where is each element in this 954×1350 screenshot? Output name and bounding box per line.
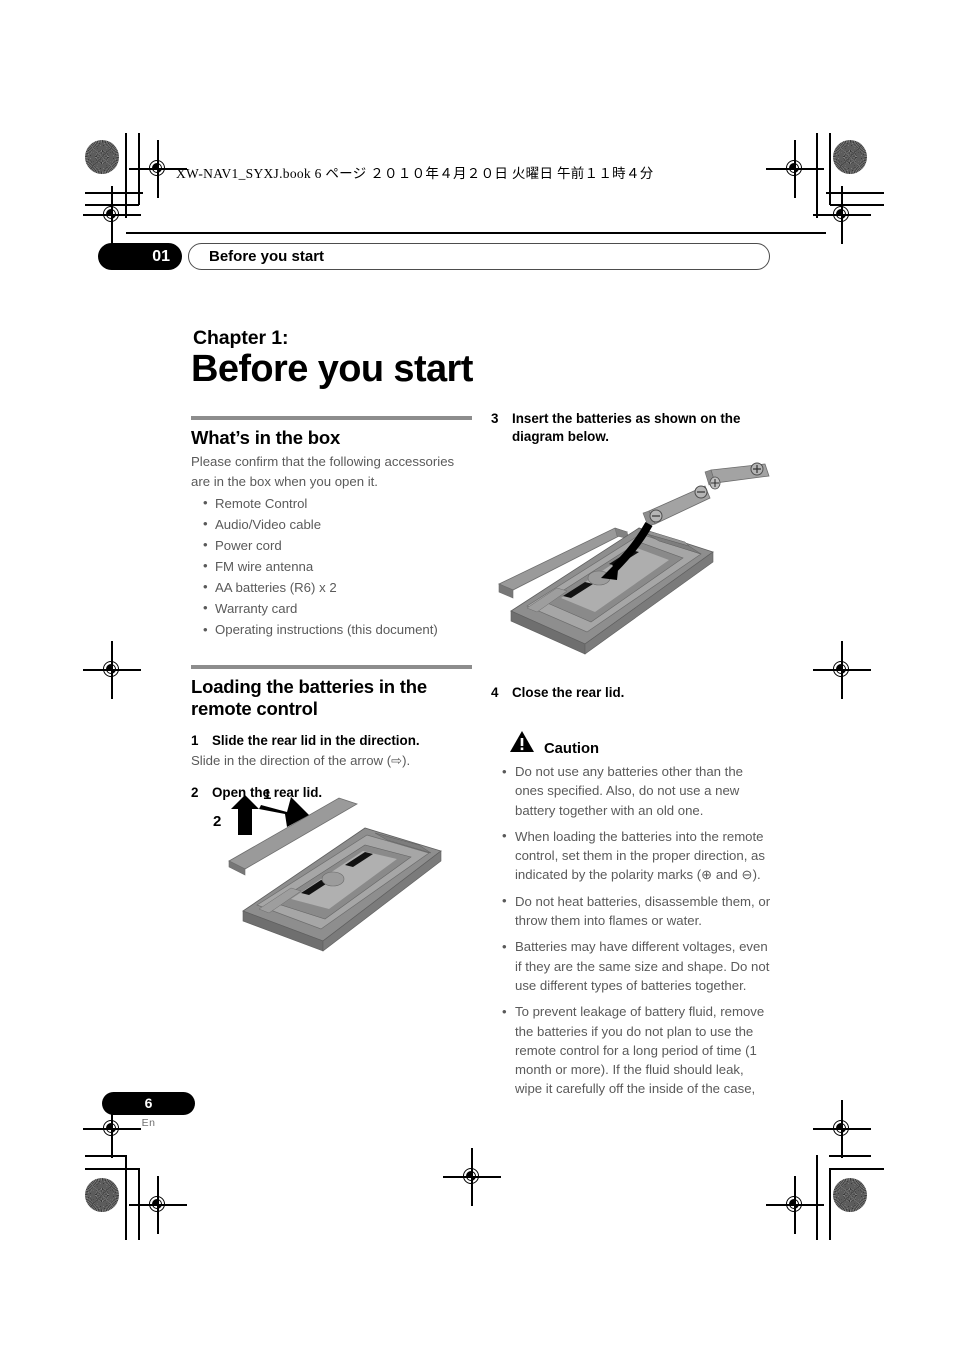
- page-title: Before you start: [191, 348, 473, 390]
- print-slug-line: XW-NAV1_SYXJ.book 6 ページ ２０１０年４月２０日 火曜日 午…: [176, 166, 654, 181]
- list-item: To prevent leakage of battery fluid, rem…: [491, 1002, 772, 1098]
- step-number: 3: [491, 411, 499, 426]
- crop-line: [85, 1155, 127, 1157]
- registration-mark-left-middle: [83, 641, 141, 699]
- crop-line: [816, 133, 818, 218]
- step-1: 1 Slide the rear lid in the direction. S…: [191, 732, 472, 771]
- step-number: 1: [191, 733, 199, 749]
- list-item: FM wire antenna: [191, 556, 472, 578]
- section-heading-loading-batteries: Loading the batteries in the remote cont…: [191, 676, 427, 719]
- list-item: Power cord: [191, 535, 472, 557]
- crop-line: [816, 1155, 818, 1240]
- caution-title: Caution: [544, 741, 600, 757]
- left-column: What’s in the box Please confirm that th…: [191, 416, 472, 802]
- chapter-name-label: Before you start: [209, 248, 325, 265]
- right-column-lower: 4 Close the rear lid. Caution Do not use…: [491, 684, 772, 1106]
- section-rule: [191, 416, 472, 420]
- halftone-target-top-right: [833, 140, 867, 174]
- list-item: Warranty card: [191, 598, 472, 620]
- halftone-target-top-left: [85, 140, 119, 174]
- registration-mark-right-middle: [813, 641, 871, 699]
- page-top-rule: [126, 232, 826, 234]
- caution-header: Caution: [509, 730, 772, 758]
- right-column: 3 Insert the batteries as shown on the d…: [491, 410, 772, 446]
- manual-page: XW-NAV1_SYXJ.book 6 ページ ２０１０年４月２０日 火曜日 午…: [0, 0, 954, 1350]
- language-code: En: [141, 1117, 156, 1129]
- registration-mark-top-left-inner: [129, 140, 187, 198]
- chapter-label: Chapter 1:: [193, 327, 289, 349]
- step-number: 4: [491, 685, 499, 700]
- crop-line: [85, 1168, 139, 1170]
- crop-line: [826, 192, 884, 194]
- list-item: Do not use any batteries other than the …: [491, 762, 772, 820]
- list-item: Audio/Video cable: [191, 514, 472, 536]
- registration-mark-bottom-center: [443, 1148, 501, 1206]
- illustration-remote-battery-insert: [489, 456, 781, 662]
- registration-mark-right-lower: [813, 1100, 871, 1158]
- halftone-target-bottom-left: [85, 1178, 119, 1212]
- crop-line: [829, 1168, 831, 1240]
- step-text: Insert the batteries as shown on the dia…: [512, 411, 741, 444]
- registration-mark-top-right-inner: [766, 140, 824, 198]
- illustration-remote-rear-lid-open: 2 1: [205, 783, 465, 963]
- section-rule: [191, 665, 472, 670]
- list-item: When loading the batteries into the remo…: [491, 826, 772, 885]
- step-text: Close the rear lid.: [512, 685, 625, 700]
- running-header: 01 Before you start: [98, 243, 770, 270]
- page-footer: 6 En: [102, 1092, 195, 1129]
- chapter-name-box: Before you start: [188, 243, 770, 270]
- caution-block: Caution Do not use any batteries other t…: [491, 730, 772, 1099]
- battery-lower: [642, 476, 721, 527]
- chapter-number-badge: 01: [98, 243, 182, 270]
- section-heading-whats-in-the-box: What’s in the box: [191, 427, 341, 448]
- crop-line: [830, 1168, 884, 1170]
- step-4: 4 Close the rear lid.: [491, 684, 772, 702]
- crop-line: [829, 133, 831, 205]
- step-text: Slide the rear lid in the direction.: [212, 733, 420, 749]
- list-item: Operating instructions (this document): [191, 620, 472, 641]
- crop-line: [829, 1155, 871, 1157]
- halftone-target-bottom-right: [833, 1178, 867, 1212]
- caution-list: Do not use any batteries other than the …: [491, 762, 772, 1099]
- page-number-badge: 6: [102, 1092, 195, 1115]
- list-item: AA batteries (R6) x 2: [191, 577, 472, 599]
- step-3: 3 Insert the batteries as shown on the d…: [491, 410, 772, 446]
- registration-mark-bottom-right-inner: [766, 1176, 824, 1234]
- registration-mark-right-upper: [813, 186, 871, 244]
- registration-mark-left-upper: [83, 186, 141, 244]
- list-item: Do not heat batteries, disassemble them,…: [491, 891, 772, 931]
- list-item: Remote Control: [191, 493, 472, 515]
- svg-text:2: 2: [213, 813, 221, 830]
- crop-line: [85, 192, 143, 194]
- box-contents-list: Remote Control Audio/Video cable Power c…: [191, 493, 472, 641]
- section-intro-text: Please confirm that the following access…: [191, 453, 455, 490]
- svg-text:1: 1: [263, 786, 271, 803]
- list-item: Batteries may have different voltages, e…: [491, 937, 772, 995]
- registration-mark-bottom-left-inner: [129, 1176, 187, 1234]
- warning-triangle-icon: [509, 730, 535, 758]
- step-subtext: Slide in the direction of the arrow (⇨).: [191, 753, 411, 769]
